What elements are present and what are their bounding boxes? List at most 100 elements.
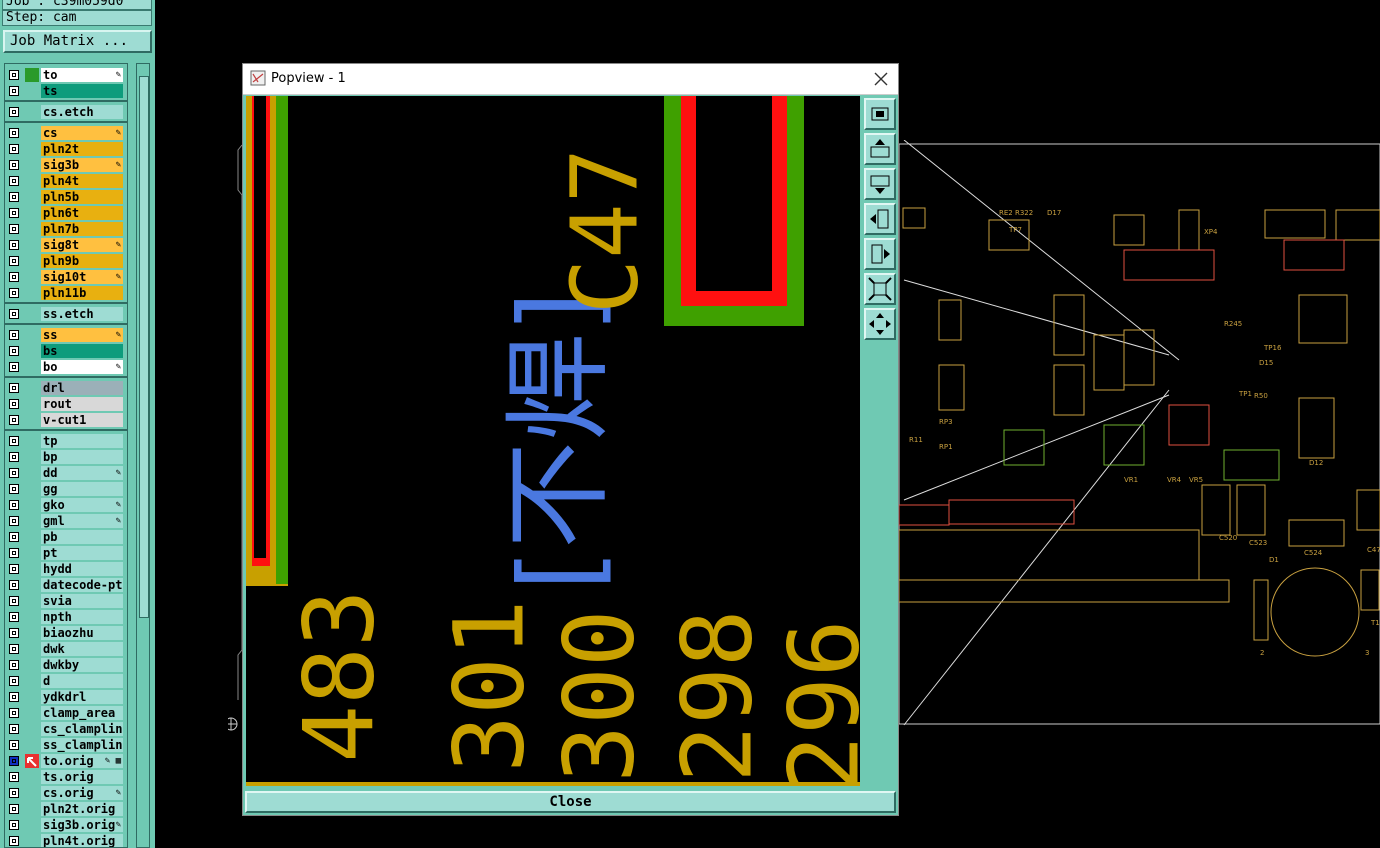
layer-name[interactable]: cs ✎ [41,126,123,140]
layer-row[interactable]: sig3b.orig ✎ [5,817,127,833]
layer-row[interactable]: cs.etch [5,104,127,120]
layer-row[interactable]: datecode-pto [5,577,127,593]
layer-row[interactable]: hydd [5,561,127,577]
layer-name[interactable]: svia [41,594,123,608]
layer-checkbox[interactable] [9,383,19,393]
layer-row[interactable]: biaozhu [5,625,127,641]
layer-row[interactable]: sig10t ✎ [5,269,127,285]
layer-row[interactable]: gml ✎ [5,513,127,529]
layer-row[interactable]: pt [5,545,127,561]
layer-name[interactable]: rout [41,397,123,411]
layer-row[interactable]: bo ✎ [5,359,127,375]
layer-name[interactable]: d [41,674,123,688]
layer-row[interactable]: drl [5,380,127,396]
layer-row[interactable]: v-cut1 [5,412,127,428]
layer-checkbox[interactable] [9,548,19,558]
layer-name[interactable]: dwkby [41,658,123,672]
layer-row[interactable]: pln4t.orig [5,833,127,847]
popview-canvas[interactable]: [不焊] C47 483 301 300 298 296 [246,96,860,786]
layer-checkbox[interactable] [9,309,19,319]
layer-checkbox[interactable] [9,436,19,446]
layer-checkbox[interactable] [9,676,19,686]
layer-row[interactable]: gko ✎ [5,497,127,513]
layer-list-scrollbar[interactable] [136,63,150,848]
layer-checkbox[interactable] [9,468,19,478]
layer-name[interactable]: hydd [41,562,123,576]
layer-checkbox[interactable] [9,452,19,462]
layer-checkbox[interactable] [9,346,19,356]
layer-checkbox[interactable] [9,107,19,117]
layer-row[interactable]: sig3b ✎ [5,157,127,173]
layer-name[interactable]: drl [41,381,123,395]
layer-checkbox[interactable] [9,564,19,574]
layer-checkbox[interactable] [9,708,19,718]
layer-checkbox[interactable] [9,70,19,80]
layer-checkbox[interactable] [9,628,19,638]
layer-checkbox[interactable] [9,596,19,606]
layer-checkbox[interactable] [9,484,19,494]
layer-checkbox[interactable] [9,836,19,846]
page-right-icon[interactable] [864,238,896,270]
layer-name[interactable]: ts.orig [41,770,123,784]
layer-checkbox[interactable] [9,128,19,138]
layer-checkbox[interactable] [9,500,19,510]
layer-row[interactable]: pb [5,529,127,545]
layer-row[interactable]: clamp_area [5,705,127,721]
layer-row[interactable]: cs_clampline [5,721,127,737]
layer-name[interactable]: bo ✎ [41,360,123,374]
layer-name[interactable]: pln4t.orig [41,834,123,847]
layer-checkbox[interactable] [9,516,19,526]
layer-row[interactable]: to.orig ✎ ▦ [5,753,127,769]
layer-name[interactable]: biaozhu [41,626,123,640]
layer-checkbox[interactable] [9,612,19,622]
layer-row[interactable]: pln6t [5,205,127,221]
zoom-home-icon[interactable] [864,308,896,340]
layer-checkbox[interactable] [9,660,19,670]
layer-name[interactable]: datecode-pto [41,578,123,592]
layer-row[interactable]: npth [5,609,127,625]
layer-checkbox[interactable] [9,532,19,542]
close-button[interactable]: Close [245,791,896,813]
layer-name[interactable]: pln5b [41,190,123,204]
layer-checkbox[interactable] [9,176,19,186]
layer-checkbox[interactable] [9,724,19,734]
layer-name[interactable]: pb [41,530,123,544]
layer-row[interactable]: bp [5,449,127,465]
layer-row[interactable]: pln7b [5,221,127,237]
layer-row[interactable]: ss.etch [5,306,127,322]
layer-name[interactable]: to.orig ✎ ▦ [41,754,123,768]
layer-checkbox[interactable] [9,788,19,798]
layer-name[interactable]: tp [41,434,123,448]
page-left-icon[interactable] [864,203,896,235]
layer-checkbox[interactable] [9,288,19,298]
layer-checkbox[interactable] [9,86,19,96]
layer-name[interactable]: sig8t ✎ [41,238,123,252]
layer-name[interactable]: pln11b [41,286,123,300]
layer-checkbox[interactable] [9,208,19,218]
page-up-icon[interactable] [864,133,896,165]
layer-name[interactable]: v-cut1 [41,413,123,427]
layer-row[interactable]: cs ✎ [5,125,127,141]
layer-name[interactable]: sig10t ✎ [41,270,123,284]
layer-name[interactable]: pln2t [41,142,123,156]
layer-checkbox[interactable] [9,644,19,654]
layer-row[interactable]: d [5,673,127,689]
layer-name[interactable]: pln4t [41,174,123,188]
layer-name[interactable]: bs [41,344,123,358]
layer-name[interactable]: ss_clampline [41,738,123,752]
layer-row[interactable]: pln4t [5,173,127,189]
layer-checkbox[interactable] [9,256,19,266]
layer-row[interactable]: sig8t ✎ [5,237,127,253]
layer-row[interactable]: pln2t [5,141,127,157]
layer-checkbox[interactable] [9,580,19,590]
layer-row[interactable]: dwk [5,641,127,657]
layer-row[interactable]: tp [5,433,127,449]
layer-name[interactable]: gg [41,482,123,496]
layer-row[interactable]: pln11b [5,285,127,301]
layer-row[interactable]: dwkby [5,657,127,673]
layer-name[interactable]: gml ✎ [41,514,123,528]
layer-name[interactable]: ss.etch [41,307,123,321]
layer-checkbox[interactable] [9,144,19,154]
layer-row[interactable]: ts [5,83,127,99]
layer-name[interactable]: ss ✎ [41,328,123,342]
